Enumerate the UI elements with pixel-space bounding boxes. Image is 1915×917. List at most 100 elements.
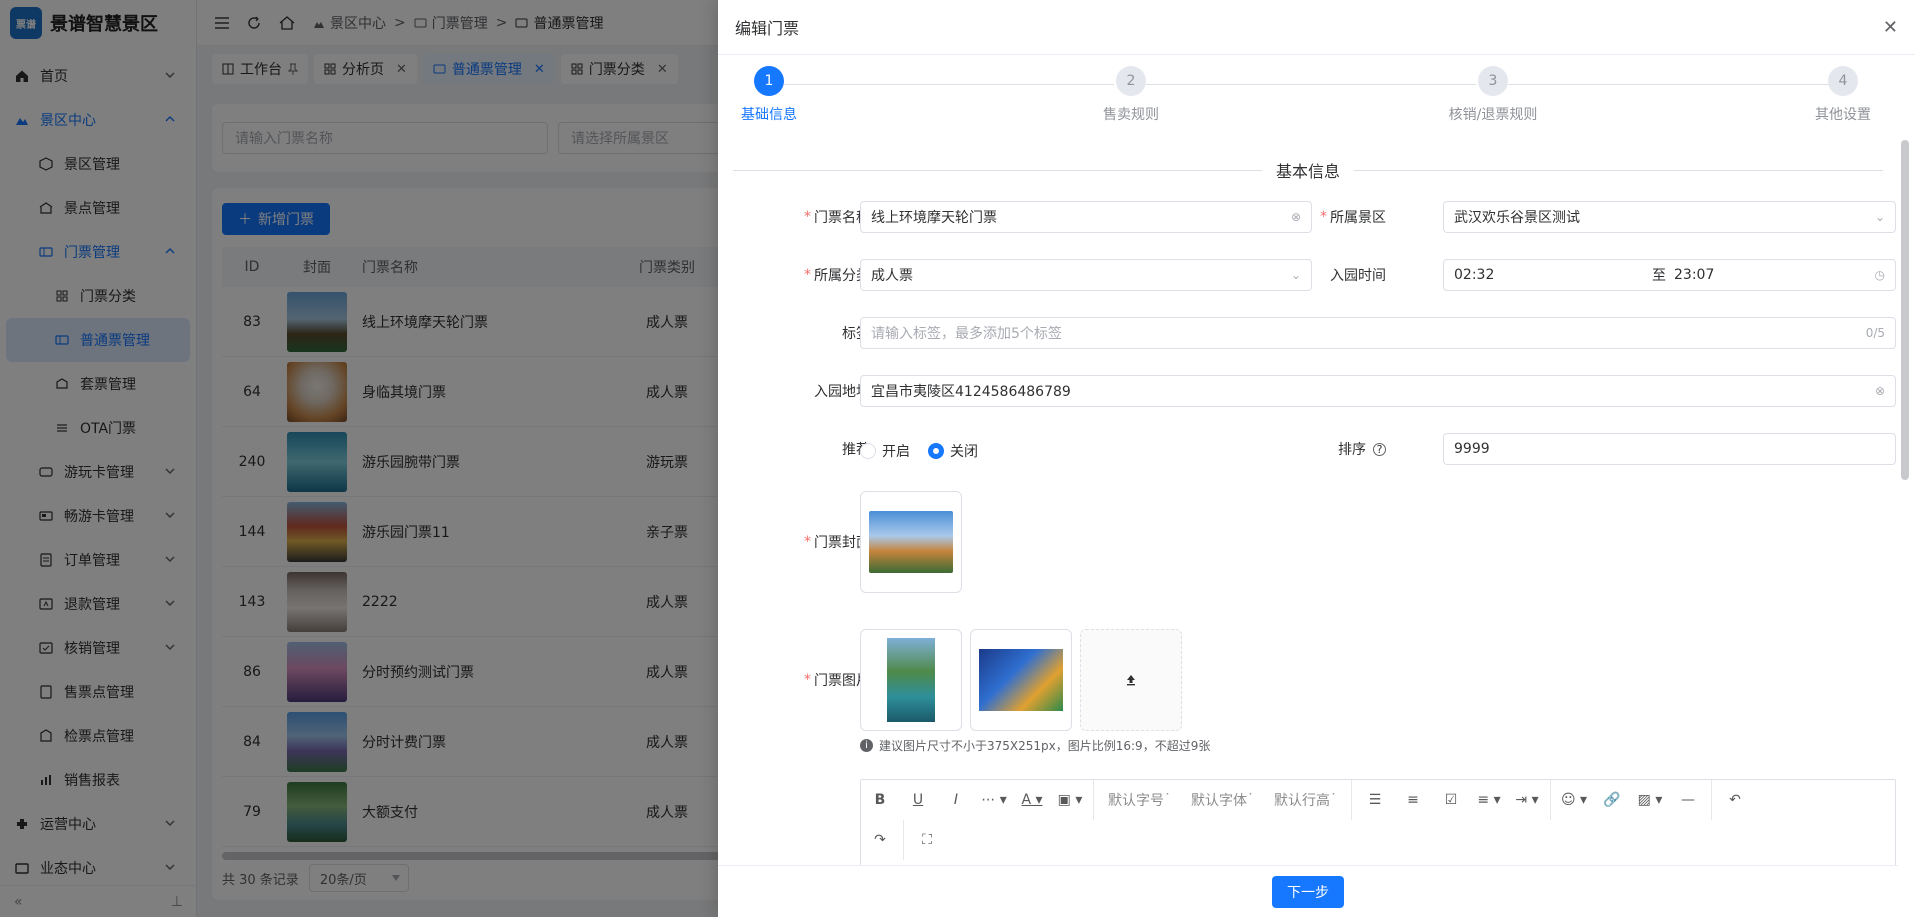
upload-image-button[interactable]	[1080, 629, 1182, 731]
emoji-icon[interactable]: ☺ ▾	[1555, 780, 1593, 820]
edit-ticket-drawer: 编辑门票 ✕ 1 基础信息 2 售卖规则 3 核销/退票规则 4 其他设置 基本…	[718, 0, 1915, 917]
font-family-select[interactable]: 默认字体 ˙	[1181, 780, 1264, 820]
ticket-image[interactable]	[860, 629, 962, 731]
required-mark: *	[804, 267, 811, 283]
step-number: 1	[754, 66, 784, 96]
range-separator: 至	[1652, 268, 1666, 284]
drawer-footer: 下一步	[718, 865, 1898, 917]
radio-label: 开启	[882, 444, 910, 460]
step-verify-refund-rules[interactable]: 3 核销/退票规则	[1438, 66, 1548, 124]
tags-input[interactable]: 请输入标签，最多添加5个标签 0/5	[860, 317, 1896, 349]
divider-line	[1354, 169, 1884, 171]
label-text: 排序	[1338, 442, 1366, 458]
section-title: 基本信息	[1276, 162, 1341, 181]
next-step-button[interactable]: 下一步	[1272, 875, 1344, 908]
step-basic-info[interactable]: 1 基础信息	[714, 66, 824, 124]
fullscreen-icon[interactable]: ⛶	[908, 820, 946, 860]
entry-time-range[interactable]: 02:32 至 23:07 ◷	[1443, 259, 1896, 291]
images-tip-text: 建议图片尺寸不小于375X251px，图片比例16:9，不超过9张	[879, 739, 1211, 753]
step-connector	[1146, 84, 1476, 85]
scenic-select[interactable]: 武汉欢乐谷景区测试 ⌄	[1443, 201, 1896, 233]
image-icon[interactable]: ▨ ▾	[1631, 780, 1669, 820]
info-icon: i	[860, 739, 873, 752]
vertical-scrollbar[interactable]	[1901, 140, 1909, 480]
font-size-select[interactable]: 默认字号 ˙	[1098, 780, 1181, 820]
sort-label: 排序?	[1266, 433, 1386, 465]
ticket-photo	[979, 649, 1063, 711]
step-number: 3	[1478, 66, 1508, 96]
toolbar-divider	[903, 820, 904, 860]
address-input[interactable]: 宜昌市夷陵区4124586486789 ⊗	[860, 375, 1896, 407]
clear-icon[interactable]: ⊗	[1875, 384, 1885, 398]
required-mark: *	[804, 209, 811, 225]
ticket-name-value: 线上环境摩天轮门票	[871, 210, 997, 226]
recommend-on-radio[interactable]: 开启	[860, 441, 910, 461]
bold-icon[interactable]: B	[861, 780, 899, 820]
entry-time-label: 入园时间	[1266, 259, 1386, 291]
line-height-select[interactable]: 默认行高 ˙	[1264, 780, 1347, 820]
ticket-image[interactable]	[970, 629, 1072, 731]
toolbar-divider	[1093, 780, 1094, 820]
cover-photo	[869, 511, 953, 573]
radio-label: 关闭	[950, 444, 978, 460]
help-icon[interactable]: ?	[1373, 442, 1386, 456]
bulleted-list-icon[interactable]: ☰	[1356, 780, 1394, 820]
images-label: * 门票图片	[780, 629, 870, 731]
indent-icon[interactable]: ⇥ ▾	[1508, 780, 1546, 820]
upload-icon	[1127, 675, 1135, 686]
recommend-label: 推荐	[780, 433, 870, 465]
font-color-icon[interactable]: A ▾	[1013, 780, 1051, 820]
rich-text-editor[interactable]: B U I ⋯ ▾ A ▾ ▣ ▾ 默认字号 ˙ 默认字体 ˙ 默认行高 ˙ ☰ ≡ …	[860, 779, 1896, 865]
step-other-settings[interactable]: 4 其他设置	[1788, 66, 1898, 124]
category-select[interactable]: 成人票 ⌄	[860, 259, 1312, 291]
address-value: 宜昌市夷陵区4124586486789	[871, 384, 1071, 400]
editor-toolbar: B U I ⋯ ▾ A ▾ ▣ ▾ 默认字号 ˙ 默认字体 ˙ 默认行高 ˙ ☰ ≡ …	[861, 780, 1754, 820]
italic-icon[interactable]: I	[937, 780, 975, 820]
label-text: 入园时间	[1330, 268, 1386, 284]
close-icon[interactable]: ✕	[1883, 17, 1898, 38]
cover-image[interactable]	[860, 491, 962, 593]
divider-line	[733, 169, 1262, 171]
step-number: 4	[1828, 66, 1858, 96]
underline-icon[interactable]: U	[899, 780, 937, 820]
recommend-off-radio[interactable]: 关闭	[928, 441, 978, 461]
required-mark: *	[1320, 209, 1327, 225]
toolbar-divider	[1550, 780, 1551, 820]
font-size-label: 默认字号	[1108, 793, 1164, 809]
step-sale-rules[interactable]: 2 售卖规则	[1076, 66, 1186, 124]
step-label: 其他设置	[1815, 107, 1871, 123]
app-root: 票谱 景谱智慧景区 首页 景区中心 景区管理 景点管理	[0, 0, 1915, 917]
images-tip: i 建议图片尺寸不小于375X251px，图片比例16:9，不超过9张	[860, 737, 1210, 754]
chevron-down-icon: ⌄	[1874, 210, 1885, 224]
tags-label: 标签	[780, 317, 870, 349]
address-label: 入园地址	[780, 375, 870, 407]
entry-start[interactable]: 02:32	[1454, 267, 1644, 283]
font-family-label: 默认字体	[1191, 793, 1247, 809]
radio-circle	[860, 443, 876, 459]
tags-count: 0/5	[1865, 326, 1885, 340]
step-label: 核销/退票规则	[1448, 107, 1538, 123]
todo-icon[interactable]: ☑	[1432, 780, 1470, 820]
drawer-title: 编辑门票	[735, 19, 800, 38]
sort-input[interactable]: 9999	[1443, 433, 1896, 465]
scenic-value: 武汉欢乐谷景区测试	[1454, 210, 1580, 226]
step-connector	[784, 84, 1114, 85]
numbered-list-icon[interactable]: ≡	[1394, 780, 1432, 820]
background-color-icon[interactable]: ▣ ▾	[1051, 780, 1089, 820]
step-number: 2	[1116, 66, 1146, 96]
step-label: 基础信息	[741, 107, 797, 123]
more-icon[interactable]: ⋯ ▾	[975, 780, 1013, 820]
category-value: 成人票	[871, 268, 913, 284]
cover-label: * 门票封面	[780, 491, 870, 593]
ticket-name-label: * 门票名称	[780, 201, 870, 233]
ticket-name-input[interactable]: 线上环境摩天轮门票 ⊗	[860, 201, 1312, 233]
undo-icon[interactable]: ↶	[1716, 780, 1754, 820]
align-icon[interactable]: ≡ ▾	[1470, 780, 1508, 820]
required-mark: *	[804, 534, 811, 550]
line-height-label: 默认行高	[1274, 793, 1330, 809]
link-icon[interactable]: 🔗	[1593, 780, 1631, 820]
toolbar-divider	[1711, 780, 1712, 820]
redo-icon[interactable]: ↷	[861, 820, 899, 860]
divider-icon[interactable]: —	[1669, 780, 1707, 820]
entry-end[interactable]: 23:07	[1674, 267, 1714, 283]
